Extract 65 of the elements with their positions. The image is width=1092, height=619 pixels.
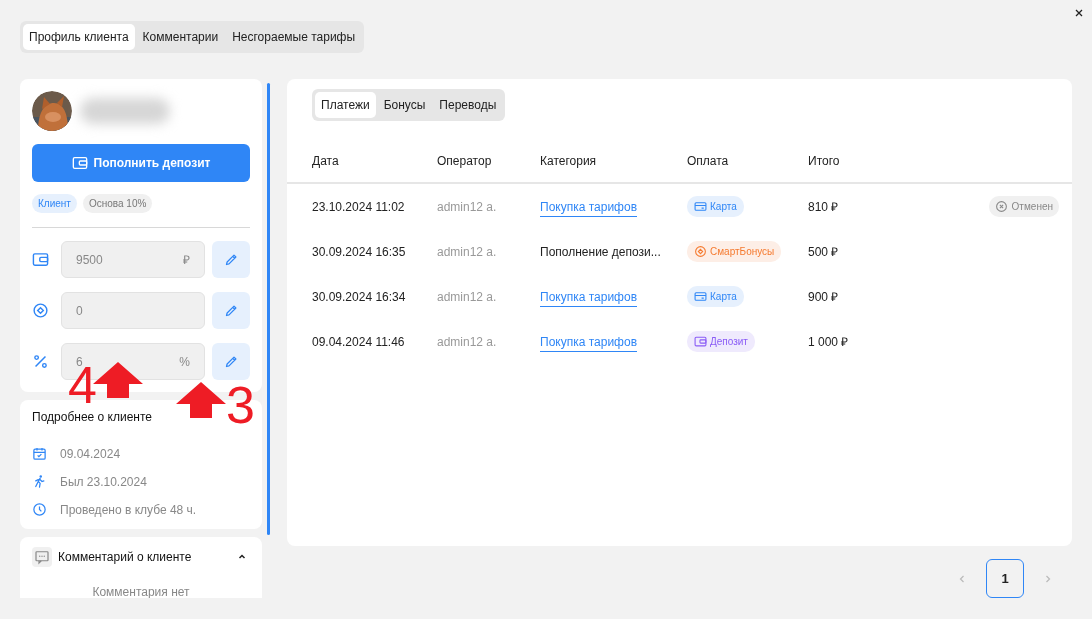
edit-button[interactable] (212, 343, 250, 380)
close-icon (1073, 7, 1085, 19)
tab[interactable]: Несгораемые тарифы (226, 24, 362, 50)
wallet-icon (32, 251, 49, 268)
page-button[interactable]: 1 (986, 559, 1024, 598)
runner-icon (32, 474, 47, 489)
table-cell-text: 30.09.2024 16:35 (312, 244, 407, 259)
pencil-icon (223, 354, 239, 369)
pencil-icon (223, 252, 239, 267)
tag: Клиент (32, 194, 77, 213)
deposit-button[interactable]: Пополнить депозит (32, 144, 250, 182)
section-title: Комментарий о клиенте (58, 550, 193, 564)
edit-button[interactable] (212, 292, 250, 329)
detail-text: 09.04.2024 (60, 446, 121, 461)
target-icon (32, 302, 49, 319)
tab[interactable]: Бонусы (377, 92, 432, 118)
tab[interactable]: Переводы (433, 92, 503, 118)
payment-tag: Карта (687, 286, 744, 307)
edit-button[interactable] (212, 241, 250, 278)
table-cell-text: 900 ₽ (808, 289, 840, 305)
category-link[interactable]: Покупка тарифов (540, 289, 638, 307)
comment-icon (33, 548, 51, 566)
wallet-icon (71, 155, 88, 171)
category-link[interactable]: Покупка тарифов (540, 334, 638, 352)
table-cell-text: 09.04.2024 11:46 (312, 334, 406, 349)
table-cell-text: admin12 a. (437, 199, 498, 214)
pencil-icon (223, 303, 239, 318)
table-cell: Пополнение депози... (540, 244, 661, 259)
payment-tag: Депозит (687, 331, 755, 352)
section-title: Подробнее о клиенте (32, 410, 153, 424)
column-header: Категория (540, 153, 598, 168)
category-link[interactable]: Покупка тарифов (540, 199, 638, 217)
wallet-icon (694, 335, 707, 348)
arrow-icon (176, 382, 226, 418)
detail-text: Проведено в клубе 48 ч. (60, 502, 197, 517)
tab[interactable]: Комментарии (136, 24, 225, 50)
tab[interactable]: Профиль клиента (23, 24, 135, 50)
scrollbar[interactable] (267, 83, 270, 535)
table-cell-text: 500 ₽ (808, 244, 840, 260)
calendar-icon (32, 446, 47, 461)
credit-card-icon (694, 290, 707, 303)
annotation-number: 3 (226, 382, 255, 429)
column-header: Оператор (437, 153, 493, 168)
credit-card-icon (694, 200, 707, 213)
empty-text: Комментария нет (91, 585, 191, 598)
table-cell-text: 1 000 ₽ (808, 334, 850, 350)
percent-icon (32, 353, 49, 370)
tag: Основа 10% (82, 194, 153, 213)
payment-tag: Карта (687, 196, 744, 217)
column-header: Дата (312, 153, 340, 168)
table-cell-text: admin12 a. (437, 334, 498, 349)
payment-tag: СмартБонусы (687, 241, 782, 262)
column-header: Оплата (687, 153, 730, 168)
table-cell-text: 23.10.2024 11:02 (312, 199, 406, 214)
clock-icon (32, 502, 47, 517)
table-cell-text: admin12 a. (437, 289, 498, 304)
tab[interactable]: Платежи (315, 92, 376, 118)
detail-text: Был 23.10.2024 (60, 474, 147, 489)
column-header: Итого (808, 153, 841, 168)
target-icon (694, 245, 707, 258)
close-circle-icon (994, 200, 1008, 213)
table-cell-text: 810 ₽ (808, 199, 840, 215)
table-cell-text: 30.09.2024 16:34 (312, 289, 407, 304)
status-tag: Отменен (988, 196, 1059, 217)
table-cell-text: admin12 a. (437, 244, 498, 259)
